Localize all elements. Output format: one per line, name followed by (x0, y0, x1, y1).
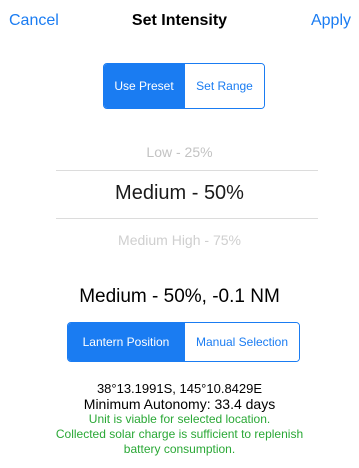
picker-option-medium-high[interactable]: Medium High - 75% (0, 232, 359, 248)
picker-divider-bottom (56, 218, 318, 219)
coordinates-text: 38°13.1991S, 145°10.8429E (96, 381, 263, 396)
mode-segmented-control: Use Preset Set Range (103, 63, 265, 109)
picker-divider-top (56, 170, 318, 171)
cancel-button[interactable]: Cancel (9, 12, 59, 30)
apply-button[interactable]: Apply (311, 12, 351, 30)
picker-option-low[interactable]: Low - 25% (0, 144, 359, 160)
solar-status-line-2: battery consumption. (123, 442, 236, 456)
navigation-bar: Cancel Set Intensity Apply (0, 0, 359, 42)
autonomy-text: Minimum Autonomy: 33.4 days (83, 396, 276, 412)
set-intensity-screen: Cancel Set Intensity Apply Use Preset Se… (0, 0, 359, 468)
intensity-picker[interactable]: Low - 25% Medium - 50% Medium High - 75% (0, 136, 359, 256)
manual-selection-segment[interactable]: Manual Selection (184, 323, 299, 361)
use-preset-segment[interactable]: Use Preset (104, 64, 184, 108)
intensity-summary: Medium - 50%, -0.1 NM (79, 286, 280, 307)
viability-status: Unit is viable for selected location. (88, 412, 271, 426)
set-range-segment[interactable]: Set Range (184, 64, 264, 108)
position-segmented-control: Lantern Position Manual Selection (67, 322, 300, 362)
picker-selected-option[interactable]: Medium - 50% (0, 182, 359, 205)
lantern-position-segment[interactable]: Lantern Position (68, 323, 184, 361)
solar-status-line-1: Collected solar charge is sufficient to … (55, 427, 304, 441)
location-info: 38°13.1991S, 145°10.8429E Minimum Autono… (0, 381, 359, 457)
